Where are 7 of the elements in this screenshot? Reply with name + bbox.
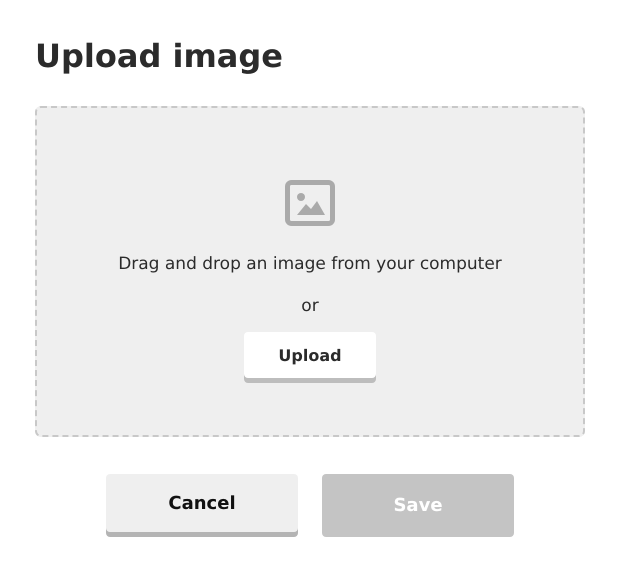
dialog-title: Upload image: [35, 36, 284, 76]
drop-instructions: Drag and drop an image from your computer: [118, 253, 502, 276]
or-separator: or: [301, 295, 319, 318]
cancel-button[interactable]: Cancel: [106, 474, 298, 532]
upload-button[interactable]: Upload: [244, 332, 376, 378]
drop-zone[interactable]: Drag and drop an image from your computer or Upload: [35, 106, 585, 437]
image-icon: [285, 180, 335, 226]
